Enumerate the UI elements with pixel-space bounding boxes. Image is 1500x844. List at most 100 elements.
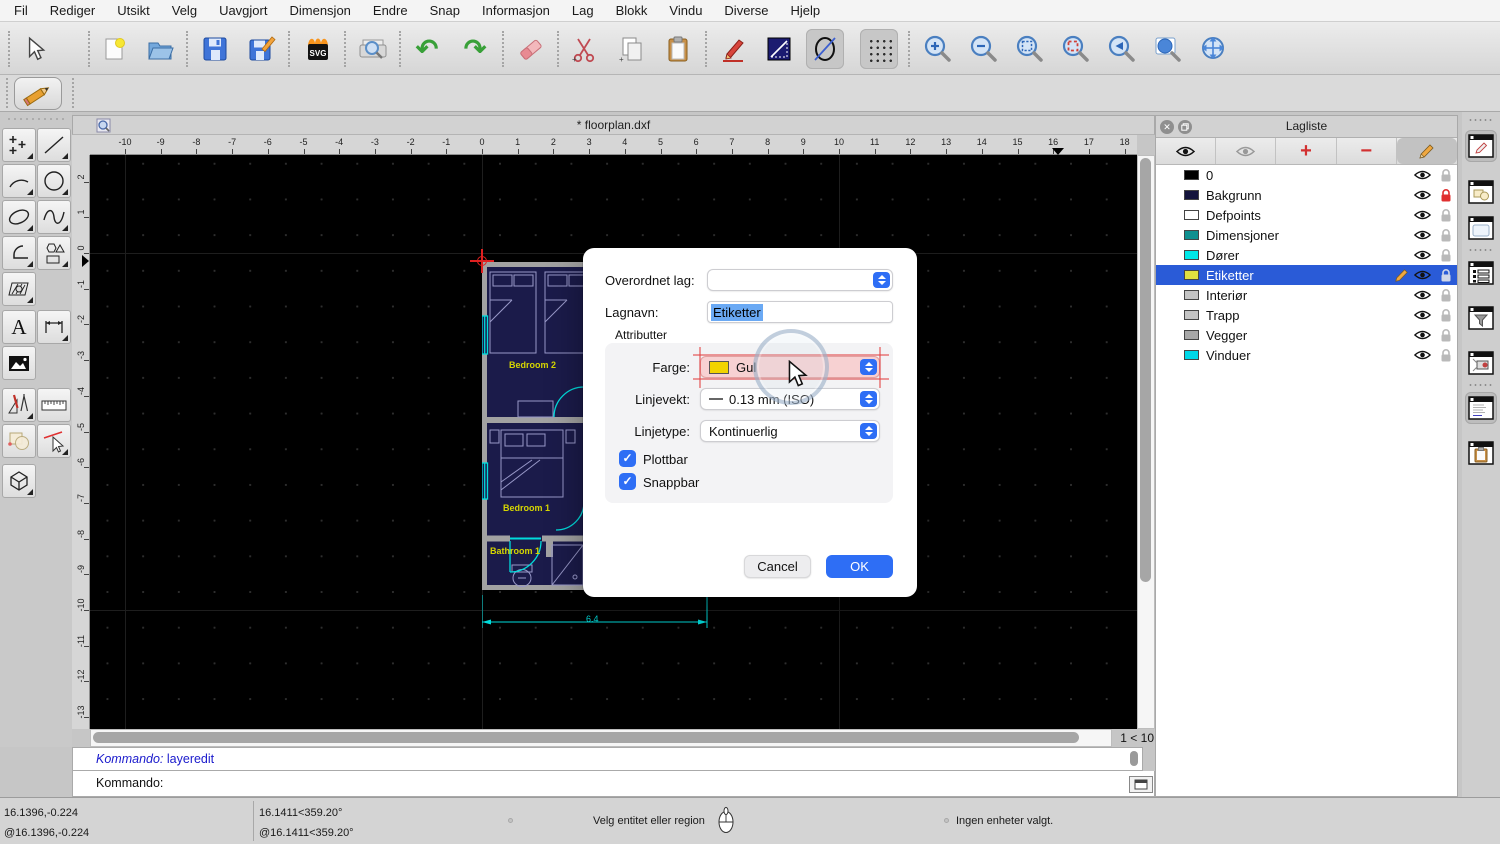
measure-tool-button[interactable] bbox=[37, 388, 71, 422]
layer-lock-icon[interactable] bbox=[1440, 248, 1452, 266]
vertical-scrollbar[interactable] bbox=[1137, 155, 1155, 729]
remove-layer-button[interactable]: − bbox=[1337, 138, 1397, 164]
viewport-panel-toggle[interactable] bbox=[1465, 347, 1497, 379]
layer-visibility-icon[interactable] bbox=[1414, 309, 1431, 324]
undo-button[interactable]: ↶ bbox=[408, 29, 446, 69]
layer-row[interactable]: Defpoints bbox=[1156, 205, 1457, 225]
shape-tool-button[interactable] bbox=[37, 236, 71, 270]
layer-row[interactable]: Interiør bbox=[1156, 285, 1457, 305]
circle-tool-button[interactable] bbox=[37, 164, 71, 198]
layer-visibility-icon[interactable] bbox=[1414, 189, 1431, 204]
scrollbar-thumb[interactable] bbox=[93, 732, 1079, 743]
layer-lock-icon[interactable] bbox=[1440, 168, 1452, 186]
block-panel-toggle[interactable] bbox=[1465, 176, 1497, 208]
edit-layer-button[interactable] bbox=[1397, 138, 1457, 164]
menu-item-vindu[interactable]: Vindu bbox=[669, 3, 702, 18]
layer-lock-icon[interactable] bbox=[1440, 348, 1452, 366]
select-entity-button[interactable] bbox=[37, 424, 71, 458]
circle-slash-button[interactable] bbox=[806, 29, 844, 69]
open-file-button[interactable] bbox=[141, 29, 179, 69]
spline-tool-button[interactable] bbox=[37, 200, 71, 234]
scrollbar-thumb[interactable] bbox=[1140, 158, 1151, 582]
draw-order-button[interactable] bbox=[714, 29, 752, 69]
copy-button[interactable]: + bbox=[612, 29, 650, 69]
svg-export-button[interactable]: SVG bbox=[299, 29, 337, 69]
menu-item-uavgjort[interactable]: Uavgjort bbox=[219, 3, 267, 18]
layer-lock-icon[interactable] bbox=[1440, 268, 1452, 286]
layer-lock-icon[interactable] bbox=[1440, 328, 1452, 346]
menu-item-informasjon[interactable]: Informasjon bbox=[482, 3, 550, 18]
layer-row[interactable]: Etiketter bbox=[1156, 265, 1457, 285]
zoom-window-button[interactable] bbox=[1149, 29, 1187, 69]
menu-item-blokk[interactable]: Blokk bbox=[616, 3, 648, 18]
new-file-button[interactable] bbox=[95, 29, 133, 69]
zoom-auto-button[interactable] bbox=[1011, 29, 1049, 69]
dimension-tool-button[interactable] bbox=[37, 310, 71, 344]
layer-lock-icon[interactable] bbox=[1440, 208, 1452, 226]
select-arrow-button[interactable] bbox=[16, 29, 54, 69]
solid-3d-button[interactable] bbox=[2, 464, 36, 498]
layer-visibility-icon[interactable] bbox=[1414, 209, 1431, 224]
layer-lock-icon[interactable] bbox=[1440, 308, 1452, 326]
line-box-button[interactable] bbox=[760, 29, 798, 69]
layer-visibility-icon[interactable] bbox=[1414, 329, 1431, 344]
filter-panel-toggle[interactable] bbox=[1465, 302, 1497, 334]
menu-item-dimensjon[interactable]: Dimensjon bbox=[289, 3, 350, 18]
layer-lock-icon[interactable] bbox=[1440, 228, 1452, 246]
parent-layer-dropdown[interactable] bbox=[707, 269, 893, 291]
horizontal-scrollbar[interactable] bbox=[90, 729, 1112, 747]
menu-item-endre[interactable]: Endre bbox=[373, 3, 408, 18]
zoom-extents-button[interactable] bbox=[1057, 29, 1095, 69]
ellipse-tool-button[interactable] bbox=[2, 200, 36, 234]
clipboard-panel-toggle[interactable] bbox=[1465, 437, 1497, 469]
zoom-pan-button[interactable] bbox=[1195, 29, 1233, 69]
layer-panel-toggle[interactable] bbox=[1465, 130, 1497, 162]
layer-visibility-icon[interactable] bbox=[1414, 229, 1431, 244]
layer-name-input[interactable]: Etiketter bbox=[707, 301, 893, 323]
save-as-button[interactable] bbox=[243, 29, 281, 69]
menu-item-lag[interactable]: Lag bbox=[572, 3, 594, 18]
cut-button[interactable]: + bbox=[565, 29, 603, 69]
line-tool-button[interactable] bbox=[37, 128, 71, 162]
plottable-checkbox[interactable]: ✓ bbox=[619, 450, 636, 467]
show-all-layers-button[interactable] bbox=[1156, 138, 1216, 164]
modify-shapes-button[interactable] bbox=[2, 424, 36, 458]
text-tool-button[interactable]: A bbox=[2, 310, 36, 344]
menu-item-diverse[interactable]: Diverse bbox=[724, 3, 768, 18]
modify-tool-button[interactable] bbox=[2, 388, 36, 422]
snappable-checkbox[interactable]: ✓ bbox=[619, 473, 636, 490]
arc-tool-button[interactable] bbox=[2, 164, 36, 198]
polyline-tool-button[interactable] bbox=[2, 236, 36, 270]
list-panel-toggle[interactable] bbox=[1465, 257, 1497, 289]
ok-button[interactable]: OK bbox=[826, 555, 893, 578]
layer-row[interactable]: Vinduer bbox=[1156, 345, 1457, 365]
layer-row[interactable]: Dimensjoner bbox=[1156, 225, 1457, 245]
layer-visibility-icon[interactable] bbox=[1414, 249, 1431, 264]
zoom-out-button[interactable] bbox=[965, 29, 1003, 69]
save-button[interactable] bbox=[196, 29, 234, 69]
menu-item-fil[interactable]: Fil bbox=[14, 3, 28, 18]
cancel-button[interactable]: Cancel bbox=[744, 555, 811, 578]
library-panel-toggle[interactable] bbox=[1465, 212, 1497, 244]
layer-visibility-icon[interactable] bbox=[1414, 269, 1431, 284]
property-panel-toggle[interactable] bbox=[1465, 392, 1497, 424]
paste-button[interactable] bbox=[659, 29, 697, 69]
layer-lock-icon[interactable] bbox=[1440, 288, 1452, 306]
drawing-window-titlebar[interactable]: * floorplan.dxf bbox=[72, 115, 1155, 135]
command-panel-button[interactable] bbox=[1129, 776, 1153, 793]
grid-toggle-button[interactable] bbox=[860, 29, 898, 69]
layer-row[interactable]: 0 bbox=[1156, 165, 1457, 185]
layer-row[interactable]: Bakgrunn bbox=[1156, 185, 1457, 205]
redo-button[interactable]: ↷ bbox=[456, 29, 494, 69]
hide-all-layers-button[interactable] bbox=[1216, 138, 1276, 164]
point-tool-button[interactable] bbox=[2, 128, 36, 162]
zoom-in-button[interactable] bbox=[919, 29, 957, 69]
hatch-tool-button[interactable] bbox=[2, 272, 36, 306]
menu-item-velg[interactable]: Velg bbox=[172, 3, 197, 18]
layer-lock-icon[interactable] bbox=[1440, 188, 1452, 206]
image-tool-button[interactable] bbox=[2, 346, 36, 380]
layer-row[interactable]: Dører bbox=[1156, 245, 1457, 265]
menu-item-hjelp[interactable]: Hjelp bbox=[791, 3, 821, 18]
menu-item-utsikt[interactable]: Utsikt bbox=[117, 3, 150, 18]
layer-panel-header[interactable]: ✕ Lagliste bbox=[1156, 116, 1457, 138]
